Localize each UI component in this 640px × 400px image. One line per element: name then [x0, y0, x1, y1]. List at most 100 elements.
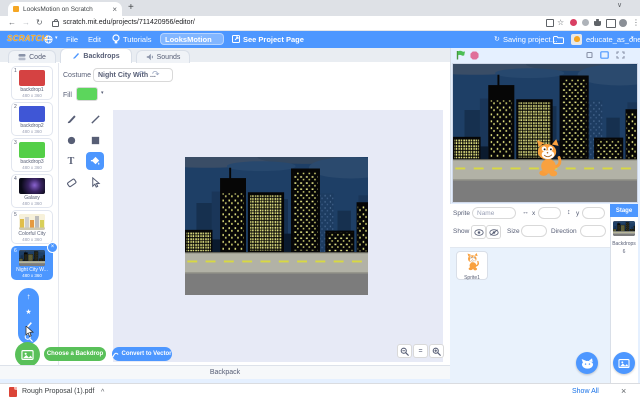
forward-icon[interactable]: →: [22, 18, 30, 27]
share-icon[interactable]: [546, 19, 554, 27]
backdrop-thumb-night-city: [19, 250, 45, 266]
sprite-card-sprite1[interactable]: Sprite1: [456, 251, 488, 281]
new-tab-button[interactable]: +: [128, 2, 134, 13]
language-globe-icon[interactable]: [44, 35, 53, 44]
tool-brush[interactable]: [62, 110, 80, 128]
bookmark-star-icon[interactable]: ☆: [557, 18, 564, 27]
upload-backdrop-icon[interactable]: ↑: [27, 290, 31, 303]
kebab-menu-icon[interactable]: ⋮: [632, 18, 640, 27]
backdrop-thumb-red: [19, 70, 45, 86]
tool-rectangle[interactable]: [86, 131, 104, 149]
stop-sign-icon[interactable]: [470, 50, 479, 60]
tab-backdrops[interactable]: Backdrops: [60, 48, 132, 63]
add-sprite-button[interactable]: [576, 352, 598, 374]
downloads-close-icon[interactable]: ×: [621, 386, 626, 396]
tab-sounds[interactable]: Sounds: [136, 50, 190, 63]
back-icon[interactable]: ←: [8, 18, 16, 27]
zoom-in-button[interactable]: [429, 344, 444, 358]
fill-caret-icon[interactable]: ▾: [101, 90, 104, 96]
fill-color-swatch[interactable]: [76, 87, 98, 101]
mouse-cursor: [25, 326, 34, 337]
download-caret-icon[interactable]: ^: [101, 389, 104, 396]
convert-to-vector-button[interactable]: Convert to Vector: [112, 347, 172, 361]
reload-icon[interactable]: ↻: [36, 18, 43, 27]
direction-input[interactable]: [580, 225, 606, 237]
show-label: Show: [453, 228, 470, 235]
show-hidden-button[interactable]: [486, 225, 501, 239]
show-visible-button[interactable]: [471, 225, 486, 239]
extension-gray-icon[interactable]: [582, 19, 589, 26]
stage-night-city-backdrop: [453, 64, 637, 202]
stage-selector-header: Stage: [610, 204, 638, 217]
see-project-page-link[interactable]: See Project Page: [243, 35, 304, 44]
stage-cat-sprite[interactable]: [533, 138, 562, 179]
tool-fill-selected[interactable]: [86, 152, 104, 170]
surprise-backdrop-icon[interactable]: ★: [25, 306, 31, 319]
backdrop-item-5[interactable]: 5 Colorful City 480 x 360: [11, 210, 53, 244]
backdrop-item-1[interactable]: 1 backdrop1 480 x 360: [11, 66, 53, 100]
add-backdrop-button[interactable]: [613, 352, 635, 374]
backdrop-picture-icon: [21, 350, 34, 360]
costume-name-input[interactable]: Night City With ...: [93, 68, 173, 82]
choose-backdrop-label: Choose a Backdrop: [46, 351, 104, 357]
download-file-name[interactable]: Rough Proposal (1).pdf: [22, 388, 94, 395]
tool-eraser[interactable]: [62, 173, 80, 191]
backdrop-item-3[interactable]: 3 backdrop3 480 x 360: [11, 138, 53, 172]
backdrop-item-2[interactable]: 2 backdrop2 480 x 360: [11, 102, 53, 136]
equals-glyph: =: [418, 347, 423, 355]
x-arrow-icon: ↔: [522, 209, 529, 216]
project-page-icon: [232, 35, 240, 43]
tool-select[interactable]: [86, 173, 104, 191]
x-label: x: [532, 210, 536, 217]
project-name-input[interactable]: LooksMotion: [160, 33, 224, 45]
small-stage-icon[interactable]: [585, 51, 594, 59]
backdrop-item-4[interactable]: 4 Galaxy 480 x 360: [11, 174, 53, 208]
tool-circle[interactable]: [62, 131, 80, 149]
favicon: [13, 6, 19, 12]
downloads-show-all-link[interactable]: Show All: [572, 388, 599, 395]
backpack-bar[interactable]: Backpack: [0, 365, 450, 379]
menu-tutorials[interactable]: Tutorials: [123, 35, 151, 44]
backdrop-item-6-selected[interactable]: 6 Night City W... 480 x 360: [11, 246, 53, 280]
tool-line[interactable]: [86, 110, 104, 128]
sounds-speaker-icon: [146, 53, 153, 61]
sprite-label: Sprite: [453, 210, 470, 217]
browser-tab[interactable]: LooksMotion on Scratch ×: [8, 2, 122, 16]
window-controls-chevron-icon[interactable]: ∨: [617, 1, 622, 9]
url-text[interactable]: scratch.mit.edu/projects/711420956/edito…: [63, 19, 195, 26]
large-stage-icon[interactable]: [600, 51, 609, 59]
choose-backdrop-main-button[interactable]: [15, 342, 40, 367]
choose-backdrop-button[interactable]: Choose a Backdrop: [44, 347, 106, 361]
x-position-input[interactable]: [538, 207, 561, 219]
extension-red-icon[interactable]: [570, 19, 577, 26]
canvas-zoom-controls: =: [397, 344, 444, 358]
zoom-reset-button[interactable]: =: [413, 344, 428, 358]
backdrop-thumb-colorful-city: [19, 214, 45, 230]
sprite1-name: Sprite1: [464, 275, 480, 281]
tab-code[interactable]: Code: [8, 50, 56, 63]
zoom-out-button[interactable]: [397, 344, 412, 358]
redo-icon[interactable]: ↷: [152, 69, 160, 80]
delete-backdrop-badge[interactable]: ×: [47, 242, 58, 253]
my-stuff-folder-icon[interactable]: [553, 36, 564, 44]
size-input[interactable]: [521, 225, 547, 237]
backdrop-thumb-blue: [19, 106, 45, 122]
green-flag-icon[interactable]: [456, 50, 466, 60]
undo-icon[interactable]: ↶: [137, 69, 145, 80]
tool-text[interactable]: T: [62, 152, 80, 170]
menu-edit[interactable]: Edit: [88, 35, 101, 44]
y-position-input[interactable]: [582, 207, 605, 219]
fullscreen-icon[interactable]: [616, 51, 625, 59]
stage-backdrop-thumbnail[interactable]: [613, 221, 635, 236]
profile-avatar[interactable]: [619, 18, 627, 27]
tab-close-icon[interactable]: ×: [112, 5, 117, 14]
account-caret-icon: ▾: [631, 35, 634, 41]
side-panel-icon[interactable]: [606, 19, 616, 28]
menu-file[interactable]: File: [66, 35, 78, 44]
scratch-logo[interactable]: SCRATCH: [7, 34, 48, 43]
sprite-name-input[interactable]: Name: [472, 207, 516, 219]
stage[interactable]: [452, 63, 638, 203]
text-tool-glyph: T: [67, 155, 75, 167]
canvas-night-city-bitmap[interactable]: [185, 157, 368, 295]
account-avatar-cat: [573, 36, 580, 42]
